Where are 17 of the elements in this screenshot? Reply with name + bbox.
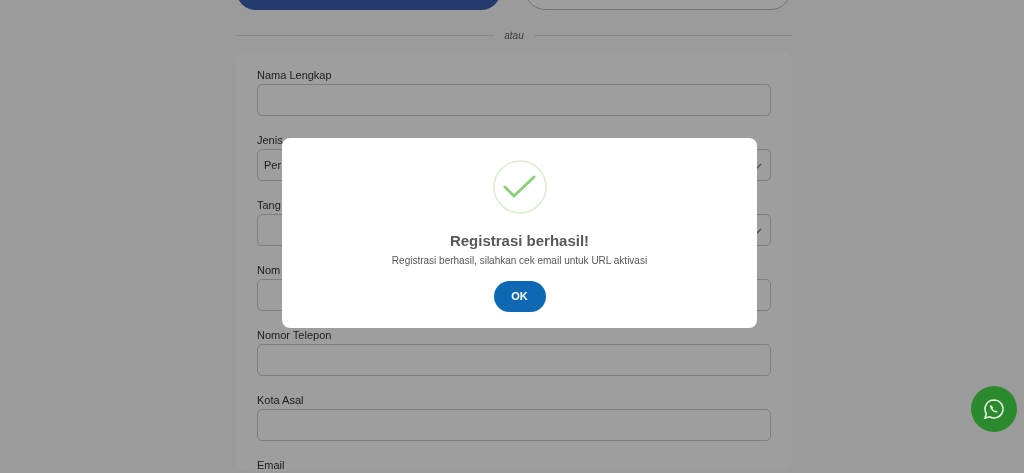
whatsapp-button[interactable] [971,386,1017,432]
divider-text: atau [504,28,524,43]
input-field[interactable] [257,344,771,376]
ok-button[interactable]: OK [493,281,546,312]
input-field[interactable] [257,409,771,441]
field-label: Kota Asal [257,394,304,406]
field-label: Jenis [257,134,283,146]
field-label: Nom [257,264,281,276]
field-label: Email [257,459,285,471]
field-label: Nama Lengkap [257,69,332,81]
check-circle-icon [492,160,547,214]
dialog-message: Registrasi berhasil, silahkan cek email untuk URL aktivasi [391,254,648,267]
dialog-title: Registrasi berhasil! [449,232,590,250]
input-field[interactable] [257,84,771,116]
field-label: Tang [257,199,281,211]
field-label: Nomor Telepon [257,329,332,341]
chat-bubble-icon [982,397,1006,421]
